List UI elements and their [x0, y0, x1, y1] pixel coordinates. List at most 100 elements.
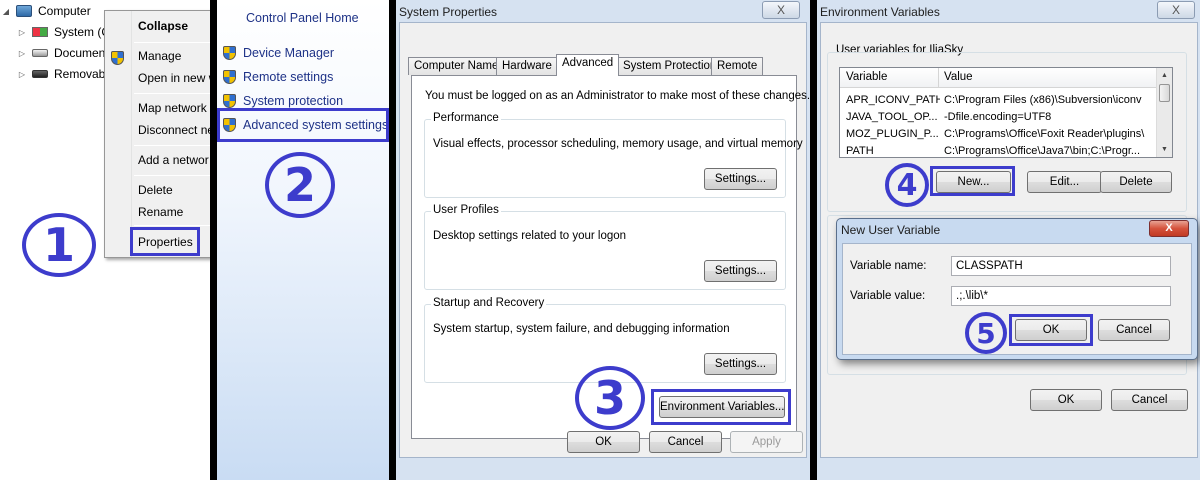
- close-button[interactable]: X: [1157, 1, 1195, 19]
- ok-button[interactable]: OK: [1030, 389, 1102, 411]
- variable-value: C:\Program Files (x86)\Subversion\iconv: [944, 94, 1142, 106]
- menu-item-add-network-location[interactable]: Add a networ: [138, 150, 209, 170]
- vertical-scrollbar[interactable]: ▲ ▼: [1156, 68, 1172, 157]
- column-header-value[interactable]: Value: [944, 71, 973, 83]
- collapse-arrow-icon[interactable]: ◢: [0, 7, 12, 16]
- expand-arrow-icon[interactable]: ▷: [16, 28, 28, 37]
- menu-separator: [134, 175, 210, 176]
- tab-hardware[interactable]: Hardware: [496, 57, 558, 75]
- variable-name: MOZ_PLUGIN_P...: [846, 128, 939, 140]
- expand-arrow-icon[interactable]: ▷: [16, 49, 28, 58]
- menu-item-disconnect-network-drive[interactable]: Disconnect ne: [138, 120, 210, 140]
- edit-variable-button[interactable]: Edit...: [1027, 171, 1102, 193]
- variable-name-label: Variable name:: [850, 260, 927, 272]
- step-2-marker: 2: [265, 152, 335, 218]
- menu-separator: [134, 225, 210, 226]
- startup-recovery-settings-button[interactable]: Settings...: [704, 353, 777, 375]
- tab-remote[interactable]: Remote: [711, 57, 764, 75]
- expand-arrow-icon[interactable]: ▷: [16, 70, 28, 79]
- menu-item-map-network-drive[interactable]: Map network: [138, 98, 207, 118]
- device-manager-link[interactable]: Device Manager: [223, 43, 334, 63]
- highlight-advanced-settings: [217, 108, 389, 142]
- cancel-button[interactable]: Cancel: [1098, 319, 1170, 341]
- cancel-button[interactable]: Cancel: [1111, 389, 1188, 411]
- ok-button[interactable]: OK: [567, 431, 640, 453]
- variable-value-input[interactable]: .;.\lib\*: [951, 286, 1171, 306]
- performance-group: Performance Visual effects, processor sc…: [424, 112, 803, 198]
- tab-advanced[interactable]: Advanced: [556, 54, 620, 76]
- close-button[interactable]: X: [1149, 220, 1189, 237]
- variable-value-label: Variable value:: [850, 290, 926, 302]
- tree-label: Computer: [38, 4, 91, 18]
- variable-name: JAVA_TOOL_OP...: [846, 111, 938, 123]
- highlight-ok-button: [1009, 314, 1093, 346]
- close-button[interactable]: X: [762, 1, 800, 19]
- column-header-variable[interactable]: Variable: [846, 71, 887, 83]
- remote-settings-link[interactable]: Remote settings: [223, 67, 333, 87]
- highlight-environment-variables: [651, 389, 791, 425]
- dialog-title: New User Variable: [841, 223, 941, 237]
- group-label: Performance: [431, 112, 501, 124]
- scroll-up-arrow-icon[interactable]: ▲: [1157, 68, 1172, 83]
- control-panel-home-link[interactable]: Control Panel Home: [246, 11, 359, 25]
- group-label: User Profiles: [431, 204, 501, 216]
- apply-button[interactable]: Apply: [730, 431, 803, 453]
- performance-settings-button[interactable]: Settings...: [704, 168, 777, 190]
- tab-system-protection[interactable]: System Protection: [617, 57, 723, 75]
- task-label: Remote settings: [243, 70, 334, 84]
- window-title: Environment Variables: [820, 5, 940, 19]
- task-label: Device Manager: [243, 46, 335, 60]
- new-user-variable-dialog: New User Variable X Variable name: CLASS…: [836, 218, 1198, 360]
- scrollbar-thumb[interactable]: [1159, 84, 1170, 102]
- menu-item-delete[interactable]: Delete: [138, 180, 173, 200]
- menu-item-collapse[interactable]: Collapse: [138, 16, 188, 36]
- uac-shield-icon: [223, 46, 236, 60]
- tree-label: System (C: [54, 25, 111, 39]
- tree-label: Removab: [54, 67, 106, 81]
- drive-icon: [32, 49, 48, 57]
- tree-item-removable-drive[interactable]: ▷ Removab: [16, 64, 105, 84]
- cancel-button[interactable]: Cancel: [649, 431, 722, 453]
- blank-area: [18, 302, 154, 402]
- explorer-panel: ◢ Computer ▷ System (C ▷ Documen ▷ Remov…: [0, 0, 210, 480]
- group-description: Visual effects, processor scheduling, me…: [433, 138, 803, 150]
- tree-item-documents-drive[interactable]: ▷ Documen: [16, 43, 105, 63]
- removable-drive-icon: [32, 70, 48, 78]
- group-description: System startup, system failure, and debu…: [433, 323, 730, 335]
- menu-item-rename[interactable]: Rename: [138, 202, 183, 222]
- delete-variable-button[interactable]: Delete: [1100, 171, 1172, 193]
- uac-shield-icon: [223, 94, 236, 108]
- tree-item-computer[interactable]: ◢ Computer: [0, 1, 91, 21]
- group-label: Startup and Recovery: [431, 297, 547, 309]
- menu-item-manage[interactable]: Manage: [138, 46, 181, 66]
- tree-item-system-drive[interactable]: ▷ System (C: [16, 22, 110, 42]
- list-item[interactable]: JAVA_TOOL_OP... -Dfile.encoding=UTF8: [840, 109, 1158, 126]
- group-description: Desktop settings related to your logon: [433, 230, 627, 242]
- user-variables-list[interactable]: Variable Value APR_ICONV_PATH C:\Program…: [839, 67, 1173, 158]
- variable-name-input[interactable]: CLASSPATH: [951, 256, 1171, 276]
- context-menu: Collapse Manage Open in new w Map networ…: [104, 10, 210, 258]
- menu-separator: [134, 42, 210, 43]
- list-item[interactable]: APR_ICONV_PATH C:\Program Files (x86)\Su…: [840, 92, 1158, 109]
- advanced-tab-panel: You must be logged on as an Administrato…: [411, 75, 810, 439]
- menu-item-open-new-window[interactable]: Open in new w: [138, 68, 210, 88]
- task-label: System protection: [243, 94, 344, 108]
- variable-value: C:\Programs\Office\Java7\bin;C:\Progr...: [944, 145, 1141, 157]
- list-item[interactable]: PATH C:\Programs\Office\Java7\bin;C:\Pro…: [840, 143, 1158, 160]
- uac-shield-icon: [111, 51, 124, 65]
- step-1-marker: 1: [22, 213, 96, 277]
- tree-label: Documen: [54, 46, 106, 60]
- computer-icon: [16, 5, 32, 17]
- dialog-body: Variable name: CLASSPATH Variable value:…: [842, 243, 1192, 355]
- user-profiles-settings-button[interactable]: Settings...: [704, 260, 777, 282]
- highlight-properties: [130, 227, 200, 256]
- highlight-new-button: [930, 166, 1015, 196]
- variable-name: APR_ICONV_PATH: [846, 94, 940, 106]
- tab-computer-name[interactable]: Computer Name: [408, 57, 505, 75]
- scroll-down-arrow-icon[interactable]: ▼: [1157, 142, 1172, 157]
- menu-separator: [134, 145, 210, 146]
- admin-notice: You must be logged on as an Administrato…: [425, 90, 810, 102]
- list-item[interactable]: MOZ_PLUGIN_P... C:\Programs\Office\Foxit…: [840, 126, 1158, 143]
- list-header: Variable Value: [840, 68, 1158, 88]
- column-separator[interactable]: [938, 68, 939, 88]
